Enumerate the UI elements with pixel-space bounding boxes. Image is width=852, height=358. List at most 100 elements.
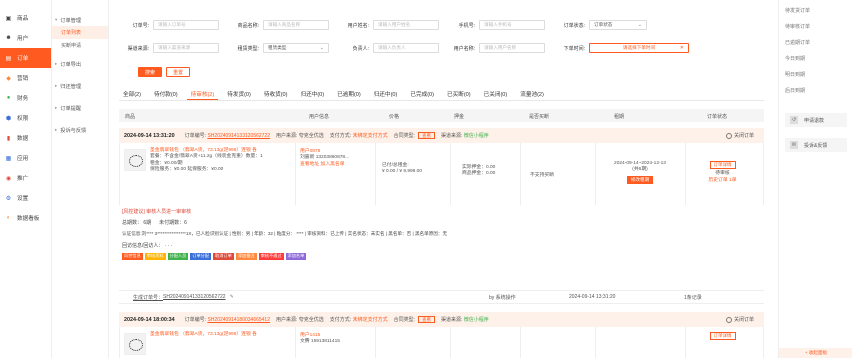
tag-order-assign[interactable]: 订单分配 bbox=[190, 252, 212, 260]
owner-input[interactable]: 请输入负责人 bbox=[373, 43, 439, 53]
tag-add-remark[interactable]: 添加备注 bbox=[235, 252, 257, 260]
tab-bought-out[interactable]: 已买断(0) bbox=[443, 88, 475, 100]
channel-label: 渠道来源: bbox=[127, 45, 149, 52]
sidebar-item-dashboard[interactable]: ◐ 数据看板 bbox=[0, 208, 51, 228]
rent-type-select[interactable]: 租赁类型 ⌄ bbox=[263, 43, 329, 53]
risk-section: [风控建议] 审核人员进一审审核 总期数： 6期 未付期数：6 认证信息:刘***… bbox=[119, 205, 764, 261]
user-name2-input[interactable]: 请输入用户名称 bbox=[479, 43, 545, 53]
goods-title[interactable]: 圣金翡翠钱包 （翡翠A货，73.13g(足999）连锁 各 bbox=[150, 332, 290, 338]
close-icon[interactable]: ✕ bbox=[680, 45, 684, 51]
tab-returning-2[interactable]: 归还中(0) bbox=[370, 88, 402, 100]
finance-icon: ● bbox=[6, 95, 11, 101]
tab-unpaid[interactable]: 待付款(0) bbox=[150, 88, 182, 100]
tab-to-ship[interactable]: 待发货(0) bbox=[223, 88, 255, 100]
tab-pending-review[interactable]: 待审核(2) bbox=[186, 88, 219, 100]
order-time-picker[interactable]: 请选择下单时间 ✕ bbox=[589, 43, 689, 53]
goods-thumbnail[interactable] bbox=[124, 333, 146, 355]
submenu-item-buyout-apply[interactable]: 买断申请 bbox=[52, 39, 108, 52]
right-quick-panel: 待发货订单 待审核订单 已逾期订单 今日到期 明日到期 后日到期 ↺ 申请退款 ✉… bbox=[778, 0, 852, 358]
user-source: 用户来源: 夸克全优选 bbox=[276, 317, 324, 323]
tag-cancel-order[interactable]: 取消订单 bbox=[213, 252, 234, 260]
submenu-gap bbox=[52, 70, 108, 80]
channel-input[interactable]: 请输入渠道来源 bbox=[153, 43, 219, 53]
phone-input[interactable]: 请输入手机号 bbox=[479, 20, 545, 30]
order-no-input[interactable]: 请输入订单号 bbox=[153, 20, 219, 30]
placeholder: 请输入用户姓名 bbox=[378, 22, 411, 27]
tab-all[interactable]: 全部(2) bbox=[119, 88, 145, 100]
tag-review-data[interactable]: 审核资料 bbox=[144, 252, 166, 260]
sidebar-item-finance[interactable]: ● 财务 bbox=[0, 88, 51, 108]
tag-assign-staff[interactable]: 分配人员 bbox=[167, 252, 189, 260]
necklace-image bbox=[129, 339, 143, 351]
status-tabs: 全部(2) 待付款(0) 待审核(2) 待发货(0) 待收货(0) 归还中(0)… bbox=[119, 88, 764, 101]
record-count[interactable]: 1条记录 bbox=[684, 294, 702, 301]
placeholder: 请选择下单时间 bbox=[622, 45, 656, 50]
status-info: 订单详情 bbox=[695, 332, 750, 340]
order-no-link[interactable]: SH20240914180034665412 bbox=[207, 317, 270, 323]
sidebar-item-goods[interactable]: ▣ 商品 bbox=[0, 8, 51, 28]
quick-link-pending-review[interactable]: 待审核订单 bbox=[779, 18, 852, 34]
tab-overdue[interactable]: 已逾期(0) bbox=[333, 88, 365, 100]
sidebar-item-label: 推广 bbox=[17, 176, 29, 182]
sidebar-item-orders[interactable]: ▤ 订单 bbox=[0, 48, 51, 68]
tag-risk-info[interactable]: 风控信息 bbox=[122, 252, 143, 260]
complaint-feedback-button[interactable]: ✉ 投诉&反馈 bbox=[785, 138, 847, 152]
view-contract-button[interactable]: 查看 bbox=[417, 316, 435, 324]
collapse-panel-button[interactable]: + 收起面板 bbox=[779, 348, 852, 358]
submenu-group-return[interactable]: ▸ 归还管理 bbox=[52, 80, 108, 92]
refund-request-button[interactable]: ↺ 申请退款 bbox=[785, 113, 847, 127]
divider bbox=[295, 143, 296, 205]
tag-add-list[interactable]: 添加名单 bbox=[285, 252, 307, 260]
placeholder: 请输入负责人 bbox=[378, 45, 406, 50]
tab-to-receive[interactable]: 待收货(0) bbox=[260, 88, 292, 100]
tab-completed[interactable]: 已完成(0) bbox=[406, 88, 438, 100]
sidebar-item-apps[interactable]: ▦ 应用 bbox=[0, 148, 51, 168]
goods-name-input[interactable]: 请输入商品名称 bbox=[263, 20, 329, 30]
tab-returning[interactable]: 归还中(0) bbox=[297, 88, 329, 100]
user-name-input[interactable]: 请输入用户姓名 bbox=[373, 20, 439, 30]
placeholder: 订单状态 bbox=[594, 22, 613, 27]
close-order-button[interactable]: 关闭订单 bbox=[725, 316, 754, 323]
order-detail-button[interactable]: 订单详情 bbox=[709, 161, 736, 169]
sidebar-item-users[interactable]: ☻ 用户 bbox=[0, 28, 51, 48]
sidebar-item-settings[interactable]: ⚙ 设置 bbox=[0, 188, 51, 208]
order-status-select[interactable]: 订单状态 ⌄ bbox=[589, 20, 647, 30]
order-no-link[interactable]: SH20240914133120562722 bbox=[207, 133, 270, 139]
sidebar-item-marketing[interactable]: ◆ 营销 bbox=[0, 68, 51, 88]
user-actions[interactable]: 查看地址 加入黑名单 bbox=[300, 162, 370, 168]
view-contract-button[interactable]: 查看 bbox=[417, 132, 435, 140]
quick-link-due-after-tomorrow[interactable]: 后日到期 bbox=[779, 82, 852, 98]
history-orders-link[interactable]: 历史订单 1单 bbox=[695, 178, 750, 184]
quick-link-due-today[interactable]: 今日到期 bbox=[779, 50, 852, 66]
submenu-group-remind[interactable]: ▸ 订单提醒 bbox=[52, 102, 108, 114]
sidebar-item-promotion[interactable]: ◉ 推广 bbox=[0, 168, 51, 188]
tab-traffic-pool[interactable]: 流量池(2) bbox=[516, 88, 548, 100]
chevron-right-icon: ▸ bbox=[55, 83, 58, 88]
search-button[interactable]: 搜索 bbox=[138, 67, 162, 77]
main-content: 订单号: 请输入订单号 商品名称: 请输入商品名称 用户姓名: 请输入用户姓名 … bbox=[109, 0, 768, 358]
pay-method-label: 支付方式: bbox=[329, 133, 352, 139]
modify-term-button[interactable]: 修改租期 bbox=[626, 175, 654, 184]
generate-order-no[interactable]: SH20240914133120562722 bbox=[163, 294, 226, 300]
submenu-group-order-manage[interactable]: ▾ 订单管理 bbox=[52, 14, 108, 26]
close-order-button[interactable]: 关闭订单 bbox=[725, 132, 754, 139]
edit-icon[interactable]: ✎ bbox=[230, 294, 234, 300]
order-time-label: 下单时间: bbox=[563, 45, 585, 52]
goods-thumbnail[interactable] bbox=[124, 149, 146, 171]
divider bbox=[375, 143, 376, 205]
submenu-group-complaints[interactable]: ▸ 投诉与反馈 bbox=[52, 124, 108, 136]
tab-closed[interactable]: 已关闭(0) bbox=[480, 88, 512, 100]
quick-link-due-tomorrow[interactable]: 明日到期 bbox=[779, 66, 852, 82]
submenu-item-order-list[interactable]: 订单列表 bbox=[52, 26, 108, 39]
filter-row-2: 渠道来源: 请输入渠道来源 租赁类型: 租赁类型 ⌄ 负责人: 请输入负责人 用户… bbox=[119, 43, 689, 53]
chevron-right-icon: ▸ bbox=[55, 127, 58, 132]
reset-button[interactable]: 重置 bbox=[166, 67, 190, 77]
sidebar-item-permission[interactable]: ⬢ 权限 bbox=[0, 108, 51, 128]
order-detail-button[interactable]: 订单详情 bbox=[709, 332, 736, 340]
submenu-group-export[interactable]: ▸ 订单导出 bbox=[52, 58, 108, 70]
box-icon: ▣ bbox=[5, 15, 12, 22]
quick-link-overdue[interactable]: 已逾期订单 bbox=[779, 34, 852, 50]
quick-link-to-ship[interactable]: 待发货订单 bbox=[779, 2, 852, 18]
sidebar-item-data[interactable]: ▮ 数据 bbox=[0, 128, 51, 148]
tag-reject-review[interactable]: 审核不通过 bbox=[258, 252, 284, 260]
